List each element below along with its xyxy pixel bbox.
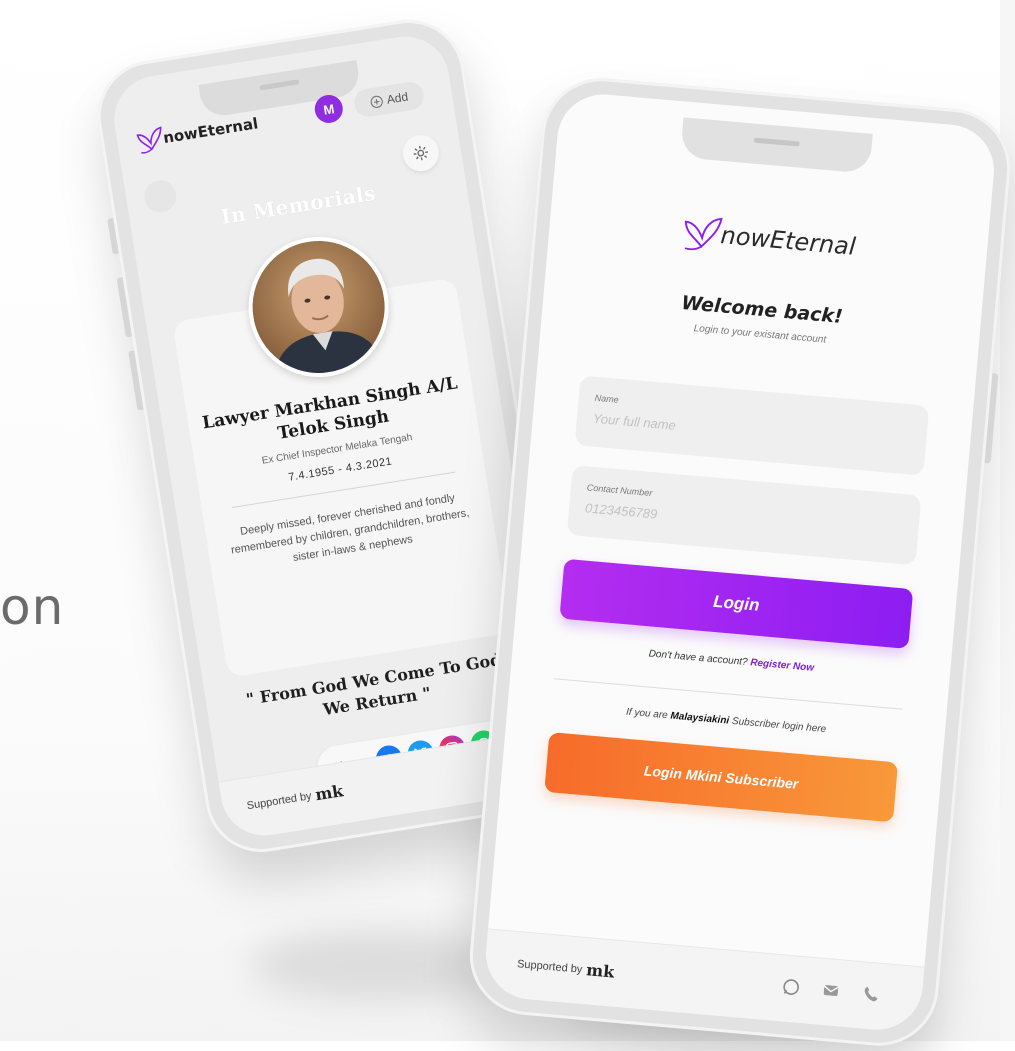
contact-label: Contact Number bbox=[586, 482, 653, 499]
subscriber-prefix: If you are bbox=[625, 706, 669, 722]
phone-icon[interactable] bbox=[859, 982, 883, 1006]
phone-notch bbox=[680, 117, 873, 174]
register-prefix: Don't have a account? bbox=[648, 648, 748, 669]
mk-brand: mk bbox=[313, 781, 345, 805]
contact-icons bbox=[779, 975, 883, 1006]
login-screen: nowEternal Welcome back! Login to your e… bbox=[482, 90, 998, 1034]
butterfly-logo-icon bbox=[685, 217, 723, 251]
gear-icon bbox=[413, 145, 429, 161]
name-field[interactable]: Name Your full name bbox=[574, 375, 930, 476]
background-partial-text: on bbox=[0, 578, 65, 636]
login-mkini-button[interactable]: Login Mkini Subscriber bbox=[544, 732, 899, 823]
avatar[interactable]: M bbox=[312, 92, 345, 125]
subscriber-brand: Malaysiakini bbox=[669, 710, 730, 727]
contact-placeholder: 0123456789 bbox=[584, 500, 658, 522]
whatsapp-icon[interactable] bbox=[779, 975, 803, 999]
phone-side-button bbox=[107, 218, 119, 255]
plus-circle-icon bbox=[370, 95, 383, 108]
page-title: In Memorials bbox=[219, 180, 378, 229]
back-button[interactable] bbox=[142, 178, 179, 215]
register-link[interactable]: Register Now bbox=[750, 657, 815, 674]
logo-text: nowEternal bbox=[719, 221, 857, 261]
add-label: Add bbox=[385, 89, 410, 107]
contact-number-field[interactable]: Contact Number 0123456789 bbox=[566, 465, 922, 566]
mail-icon[interactable] bbox=[819, 979, 843, 1003]
supported-by: Supported by mk bbox=[245, 781, 345, 815]
supported-by: Supported by mk bbox=[516, 954, 616, 982]
subscriber-suffix: Subscriber login here bbox=[731, 715, 827, 736]
settings-button[interactable] bbox=[400, 132, 442, 174]
phone-login: nowEternal Welcome back! Login to your e… bbox=[464, 73, 1015, 1051]
phone-side-button bbox=[116, 277, 132, 338]
app-logo: nowEternal bbox=[548, 198, 988, 280]
phone-side-button bbox=[984, 373, 999, 464]
supported-label: Supported by bbox=[516, 957, 583, 976]
app-footer: Supported by mk bbox=[482, 928, 925, 1034]
app-logo[interactable]: nowEternal bbox=[133, 108, 260, 157]
mk-brand: mk bbox=[585, 960, 616, 982]
name-placeholder: Your full name bbox=[592, 410, 677, 433]
phone-side-button bbox=[128, 350, 144, 411]
login-button[interactable]: Login bbox=[559, 558, 914, 649]
supported-label: Supported by bbox=[245, 789, 313, 812]
add-button[interactable]: Add bbox=[352, 80, 426, 119]
name-label: Name bbox=[594, 392, 620, 405]
logo-text: nowEternal bbox=[161, 114, 260, 148]
